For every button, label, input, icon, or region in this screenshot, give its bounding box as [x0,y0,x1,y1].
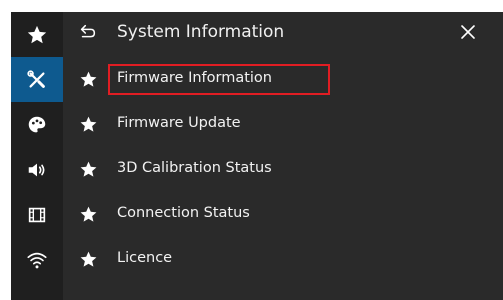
return-arrow-icon[interactable] [77,23,99,43]
menu-item-licence[interactable]: Licence [63,237,503,282]
wifi-icon [27,252,47,268]
head-unit-screen: System Information Firmware Information … [11,12,503,300]
menu-item-firmware-information[interactable]: Firmware Information [63,57,503,102]
page-title: System Information [117,22,285,42]
menu-item-firmware-update[interactable]: Firmware Update [63,102,503,147]
star-icon [80,116,97,132]
sidebar-item-audio[interactable] [11,147,63,192]
sidebar-item-connectivity[interactable] [11,237,63,282]
close-icon[interactable] [460,24,476,40]
star-icon [80,251,97,267]
menu-item-label: Licence [117,250,173,266]
menu-item-label: Firmware Information [117,70,272,86]
film-icon [28,207,46,222]
menu-item-3d-calibration-status[interactable]: 3D Calibration Status [63,147,503,192]
sidebar-item-video[interactable] [11,192,63,237]
star-icon [27,25,47,43]
menu-item-connection-status[interactable]: Connection Status [63,192,503,237]
star-icon [80,161,97,177]
menu-item-label: Connection Status [117,205,250,221]
sidebar-item-favorites[interactable] [11,12,63,57]
sidebar [11,12,63,300]
star-icon [80,71,97,87]
header: System Information [63,12,503,54]
tools-icon [27,69,45,88]
main-panel: System Information Firmware Information … [63,12,503,300]
menu-item-label: Firmware Update [117,115,241,131]
menu-item-label: 3D Calibration Status [117,160,272,176]
sidebar-item-settings[interactable] [11,57,63,102]
palette-icon [28,116,46,132]
speaker-icon [28,163,45,176]
sidebar-item-theme[interactable] [11,102,63,147]
star-icon [80,206,97,222]
